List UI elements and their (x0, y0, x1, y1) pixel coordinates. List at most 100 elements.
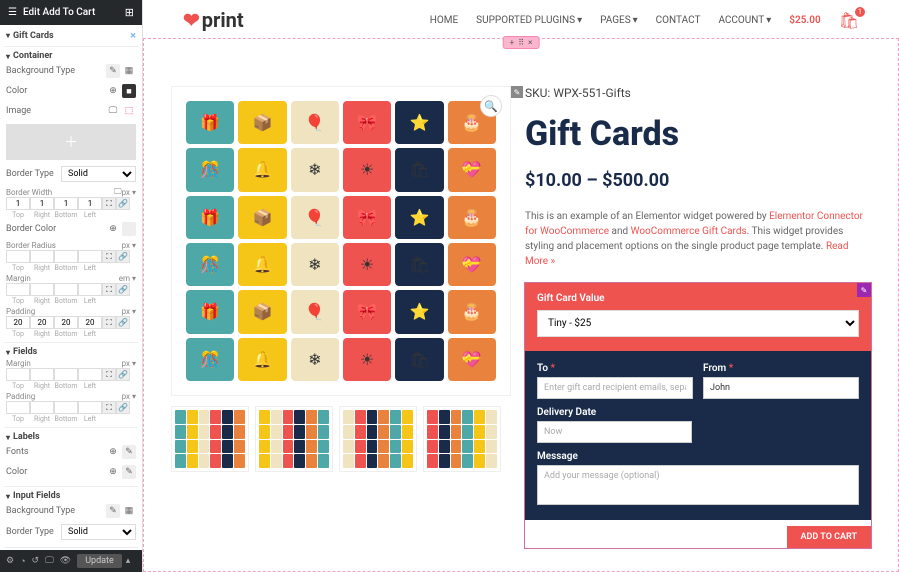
history-icon[interactable]: ↺ (32, 556, 40, 566)
reset-icon[interactable]: ⬚ (122, 104, 136, 118)
link-values-icon[interactable]: 🔗 (116, 250, 130, 263)
desktop-icon[interactable]: 🖵 (106, 104, 120, 118)
unit-em[interactable]: em (119, 274, 130, 283)
chevron-up-icon[interactable]: ▴ (126, 556, 131, 566)
m-right[interactable] (30, 283, 54, 296)
site-logo[interactable]: ❤ print (183, 8, 244, 32)
control-color: Color ⊕ ■ (6, 81, 136, 101)
p-left[interactable] (78, 316, 102, 329)
message-label: Message (537, 451, 859, 462)
unit-px[interactable]: px (122, 307, 130, 316)
thumbnail[interactable] (423, 406, 501, 472)
delivery-input[interactable] (537, 421, 692, 443)
nav-account[interactable]: ACCOUNT ▾ (718, 15, 771, 26)
color-swatch[interactable]: ✎ (122, 465, 136, 479)
link-icon[interactable]: ⛶ (102, 197, 116, 210)
thumbnail[interactable] (339, 406, 417, 472)
desktop-icon[interactable]: 🖵 (114, 187, 122, 197)
unit-px[interactable]: px (122, 359, 130, 368)
to-input[interactable] (537, 377, 693, 399)
bw-bottom[interactable] (54, 197, 78, 210)
pencil-icon[interactable]: ✎ (106, 64, 120, 78)
cart-total[interactable]: $25.00 (789, 15, 820, 26)
gc-value-select[interactable]: Tiny - $25 (537, 310, 859, 337)
link-values-icon[interactable]: 🔗 (116, 368, 130, 381)
thumbnail[interactable] (171, 406, 249, 472)
margin-label: Margin (6, 359, 122, 368)
globe-icon[interactable]: ⊕ (106, 445, 120, 459)
menu-icon[interactable]: ☰ (8, 7, 17, 18)
zoom-icon[interactable]: 🔍 (480, 95, 502, 117)
globe-icon[interactable]: ⊕ (106, 84, 120, 98)
cart-icon[interactable]: 🛍1 (839, 11, 859, 30)
from-input[interactable] (703, 377, 859, 399)
unit-px[interactable]: px (122, 241, 130, 250)
pencil-icon[interactable]: ✎ (106, 504, 120, 518)
border-type-select[interactable]: Solid (61, 166, 136, 182)
globe-icon[interactable]: ⊕ (106, 465, 120, 479)
add-to-cart-button[interactable]: ADD TO CART (787, 526, 871, 548)
link-icon[interactable]: ⛶ (102, 316, 116, 329)
update-button[interactable]: Update (77, 554, 122, 568)
link-icon[interactable]: ⛶ (102, 401, 116, 414)
message-input[interactable] (537, 465, 859, 505)
unit-px[interactable]: px (122, 392, 130, 401)
p-top[interactable] (6, 316, 30, 329)
section-gift-cards[interactable]: ▾Gift Cards× (4, 25, 138, 47)
nav-contact[interactable]: CONTACT (656, 15, 701, 26)
bw-top[interactable] (6, 197, 30, 210)
section-handle[interactable]: + ⠿ × (503, 36, 540, 49)
globe-icon[interactable]: ⊕ (106, 222, 120, 236)
nav-home[interactable]: HOME (430, 15, 458, 26)
padding-inputs: ⛶🔗 (6, 316, 136, 329)
p-bottom[interactable] (54, 316, 78, 329)
nav-plugins[interactable]: SUPPORTED PLUGINS ▾ (476, 15, 582, 26)
link-values-icon[interactable]: 🔗 (116, 283, 130, 296)
section-label: Labels (13, 432, 40, 442)
chevron-down-icon: ▾ (766, 15, 771, 26)
pencil-icon[interactable]: ✎ (122, 445, 136, 459)
br-bottom[interactable] (54, 250, 78, 263)
link-values-icon[interactable]: 🔗 (116, 401, 130, 414)
product-thumbnails (171, 406, 511, 472)
link-giftcards[interactable]: WooCommerce Gift Cards (631, 226, 747, 237)
m-left[interactable] (78, 283, 102, 296)
br-left[interactable] (78, 250, 102, 263)
settings-icon[interactable]: ⚙ (6, 556, 14, 566)
thumbnail[interactable] (255, 406, 333, 472)
link-icon[interactable]: ⛶ (102, 283, 116, 296)
close-icon[interactable]: × (528, 38, 532, 47)
product-main-image[interactable]: 🔍 🎁📦🎈🎀⭐🎂🎊🔔❄☀🛍💝🎁📦🎈🎀⭐🎂🎊🔔❄☀🛍💝🎁📦🎈🎀⭐🎂🎊🔔❄☀🛍💝 (171, 86, 511, 396)
add-to-cart-widget: ✎ Gift Card Value Tiny - $25 To * (525, 283, 871, 548)
image-dropzone[interactable]: ＋ (6, 124, 136, 160)
product-details: ✎ SKU: WPX-551-Gifts Gift Cards $10.00 –… (525, 86, 871, 548)
unit-px[interactable]: px (122, 188, 130, 197)
input-border-type-select[interactable]: Solid (61, 524, 136, 540)
bw-left[interactable] (78, 197, 102, 210)
brush-icon[interactable]: ▦ (122, 64, 136, 78)
m-bottom[interactable] (54, 283, 78, 296)
control-fonts: Fonts ⊕ ✎ (6, 442, 136, 462)
link-icon[interactable]: ⛶ (102, 368, 116, 381)
p-right[interactable] (30, 316, 54, 329)
widget-edit-icon[interactable]: ✎ (857, 283, 871, 297)
bw-right[interactable] (30, 197, 54, 210)
nav-pages[interactable]: PAGES ▾ (600, 15, 638, 26)
revisions-icon[interactable]: ◔ (20, 556, 25, 567)
add-icon[interactable]: + (510, 38, 515, 47)
widget-edit-icon[interactable]: ✎ (511, 86, 523, 98)
br-right[interactable] (30, 250, 54, 263)
brush-icon[interactable]: ▦ (122, 504, 136, 518)
m-top[interactable] (6, 283, 30, 296)
responsive-icon[interactable]: 🖵 (45, 556, 54, 566)
br-top[interactable] (6, 250, 30, 263)
color-swatch[interactable]: ■ (122, 84, 136, 98)
widgets-icon[interactable]: ⊞ (125, 6, 134, 19)
drag-icon[interactable]: ⠿ (518, 38, 524, 47)
link-values-icon[interactable]: 🔗 (116, 316, 130, 329)
preview-icon[interactable]: 👁 (60, 556, 71, 566)
color-swatch[interactable] (122, 222, 136, 236)
link-icon[interactable]: ⛶ (102, 250, 116, 263)
link-values-icon[interactable]: 🔗 (116, 197, 130, 210)
close-icon[interactable]: × (130, 29, 136, 42)
